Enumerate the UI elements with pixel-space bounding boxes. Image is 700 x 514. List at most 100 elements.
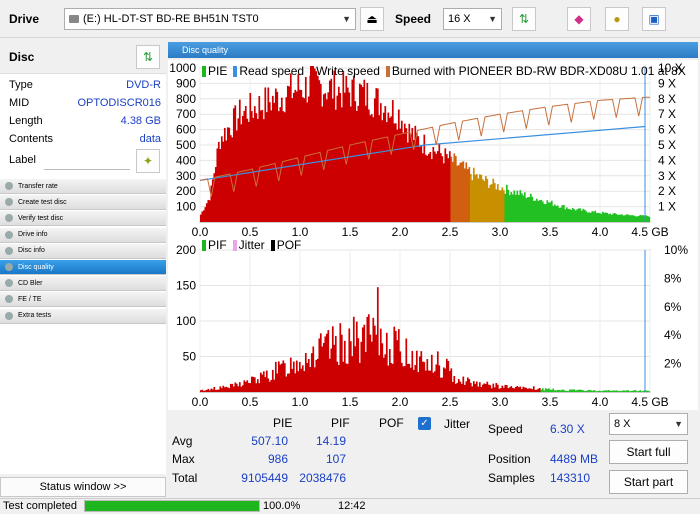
pif-bar (285, 376, 288, 392)
pif-bar (583, 391, 586, 392)
menu-item-cd-bler[interactable]: CD Bler (0, 276, 166, 292)
x-tick-label: 1.0 (292, 225, 309, 239)
pie-bar (301, 97, 304, 222)
pif-bar (385, 332, 388, 392)
pif-bar (450, 368, 453, 392)
pie-bar (279, 107, 282, 222)
menu-item-extra-tests[interactable]: Extra tests (0, 308, 166, 324)
pie-bar (508, 195, 511, 222)
pif-bar (390, 363, 393, 392)
progress-fill (85, 501, 259, 511)
pie-bar (543, 203, 546, 222)
menu-item-create-test-disc[interactable]: Create test disc (0, 195, 166, 211)
disc-label-input[interactable] (44, 152, 130, 170)
menu-item-label: Disc quality (18, 263, 54, 271)
pie-bar (436, 151, 439, 222)
pie-bar (382, 112, 385, 222)
start-full-button[interactable]: Start full (609, 440, 688, 464)
disc-row-value: OPTODISCR016 (77, 97, 161, 109)
pif-bar (519, 386, 522, 392)
pie-bar (529, 193, 532, 222)
pif-bar (217, 389, 220, 392)
pie-bar (573, 209, 576, 222)
menu-item-verify-test-disc[interactable]: Verify test disc (0, 211, 166, 227)
pif-bar (429, 370, 432, 392)
pif-bar (594, 390, 597, 392)
pif-bar (592, 390, 595, 392)
pie-bar (424, 154, 427, 222)
pif-bar (516, 385, 519, 392)
speed-select[interactable]: 16 X ▼ (443, 8, 502, 30)
menu-item-label: CD Bler (18, 279, 43, 287)
pie-bar (372, 117, 375, 222)
pie-bar (555, 205, 558, 222)
pie-bar (606, 212, 609, 222)
pif-bar (444, 368, 447, 392)
pif-bar (255, 383, 258, 392)
pif-bar (618, 391, 621, 392)
copy-button[interactable]: ● (605, 7, 629, 31)
pif-bar (244, 381, 247, 392)
pif-bar (294, 373, 297, 392)
pif-bar (448, 370, 451, 392)
label-apply-button[interactable]: ✦ (136, 149, 160, 173)
pif-bar (367, 314, 370, 392)
pif-bar (352, 316, 355, 392)
jitter-checkbox[interactable]: ✓ (418, 417, 431, 430)
eject-button[interactable]: ⏏ (360, 7, 384, 31)
pif-bar (250, 376, 253, 392)
pie-bar (447, 158, 450, 222)
menu-item-drive-info[interactable]: Drive info (0, 227, 166, 243)
pif-bar (481, 384, 484, 392)
pie-bar (546, 200, 549, 222)
pie-bar (613, 213, 616, 222)
speed-select-value: 16 X (448, 13, 471, 25)
drive-select[interactable]: (E:) HL-DT-ST BD-RE BH51N TST0 ▼ (64, 8, 356, 30)
pif-bar (463, 384, 466, 392)
pif-bar (534, 389, 537, 392)
position-value: 4489 MB (550, 452, 599, 466)
pie-bar (577, 208, 580, 222)
disc-refresh-button[interactable]: ⇅ (136, 45, 160, 69)
test-speed-select[interactable]: 8 X ▼ (609, 413, 688, 435)
start-part-button[interactable]: Start part (609, 470, 688, 494)
pif-bar (460, 383, 463, 392)
pie-bar (312, 68, 315, 222)
pie-bar (570, 209, 573, 222)
pif-bar (529, 388, 532, 392)
pie-bar (454, 156, 457, 222)
refresh-button[interactable]: ⇅ (512, 7, 536, 31)
pif-bar (552, 388, 555, 392)
erase-button[interactable]: ◆ (567, 7, 591, 31)
menu-item-transfer-rate[interactable]: Transfer rate (0, 179, 166, 194)
pie-bar (394, 123, 397, 222)
status-window-button[interactable]: Status window >> (0, 477, 166, 497)
pif-bar (361, 327, 364, 392)
pie-bar (466, 169, 469, 222)
refresh-icon: ⇅ (518, 12, 530, 26)
pif-bar (246, 380, 249, 392)
menu-item-fe-te[interactable]: FE / TE (0, 292, 166, 308)
pif-bar (343, 340, 346, 392)
x-tick-label: 4.0 (592, 225, 609, 239)
pif-bar (466, 377, 469, 392)
pif-bar (327, 330, 330, 392)
pie-bar (304, 76, 307, 222)
menu-item-disc-info[interactable]: Disc info (0, 243, 166, 259)
pif-bar (613, 390, 616, 392)
save-button[interactable]: ▣ (642, 7, 666, 31)
disc-row-mid: MID OPTODISCR016 (9, 94, 161, 112)
menu-item-disc-quality[interactable]: Disc quality (0, 260, 166, 275)
pie-bar (276, 91, 279, 222)
pie-bar (481, 179, 484, 222)
legend-swatch (202, 239, 206, 251)
pif-bar (300, 368, 303, 392)
pie-bar (547, 202, 550, 222)
pie-bar (594, 210, 597, 222)
pie-bar (397, 109, 400, 222)
pif-bar (366, 316, 369, 392)
menu-item-icon (5, 182, 13, 190)
pif-bar (603, 390, 606, 392)
pif-bar (348, 328, 351, 392)
pif-bar (546, 389, 549, 392)
